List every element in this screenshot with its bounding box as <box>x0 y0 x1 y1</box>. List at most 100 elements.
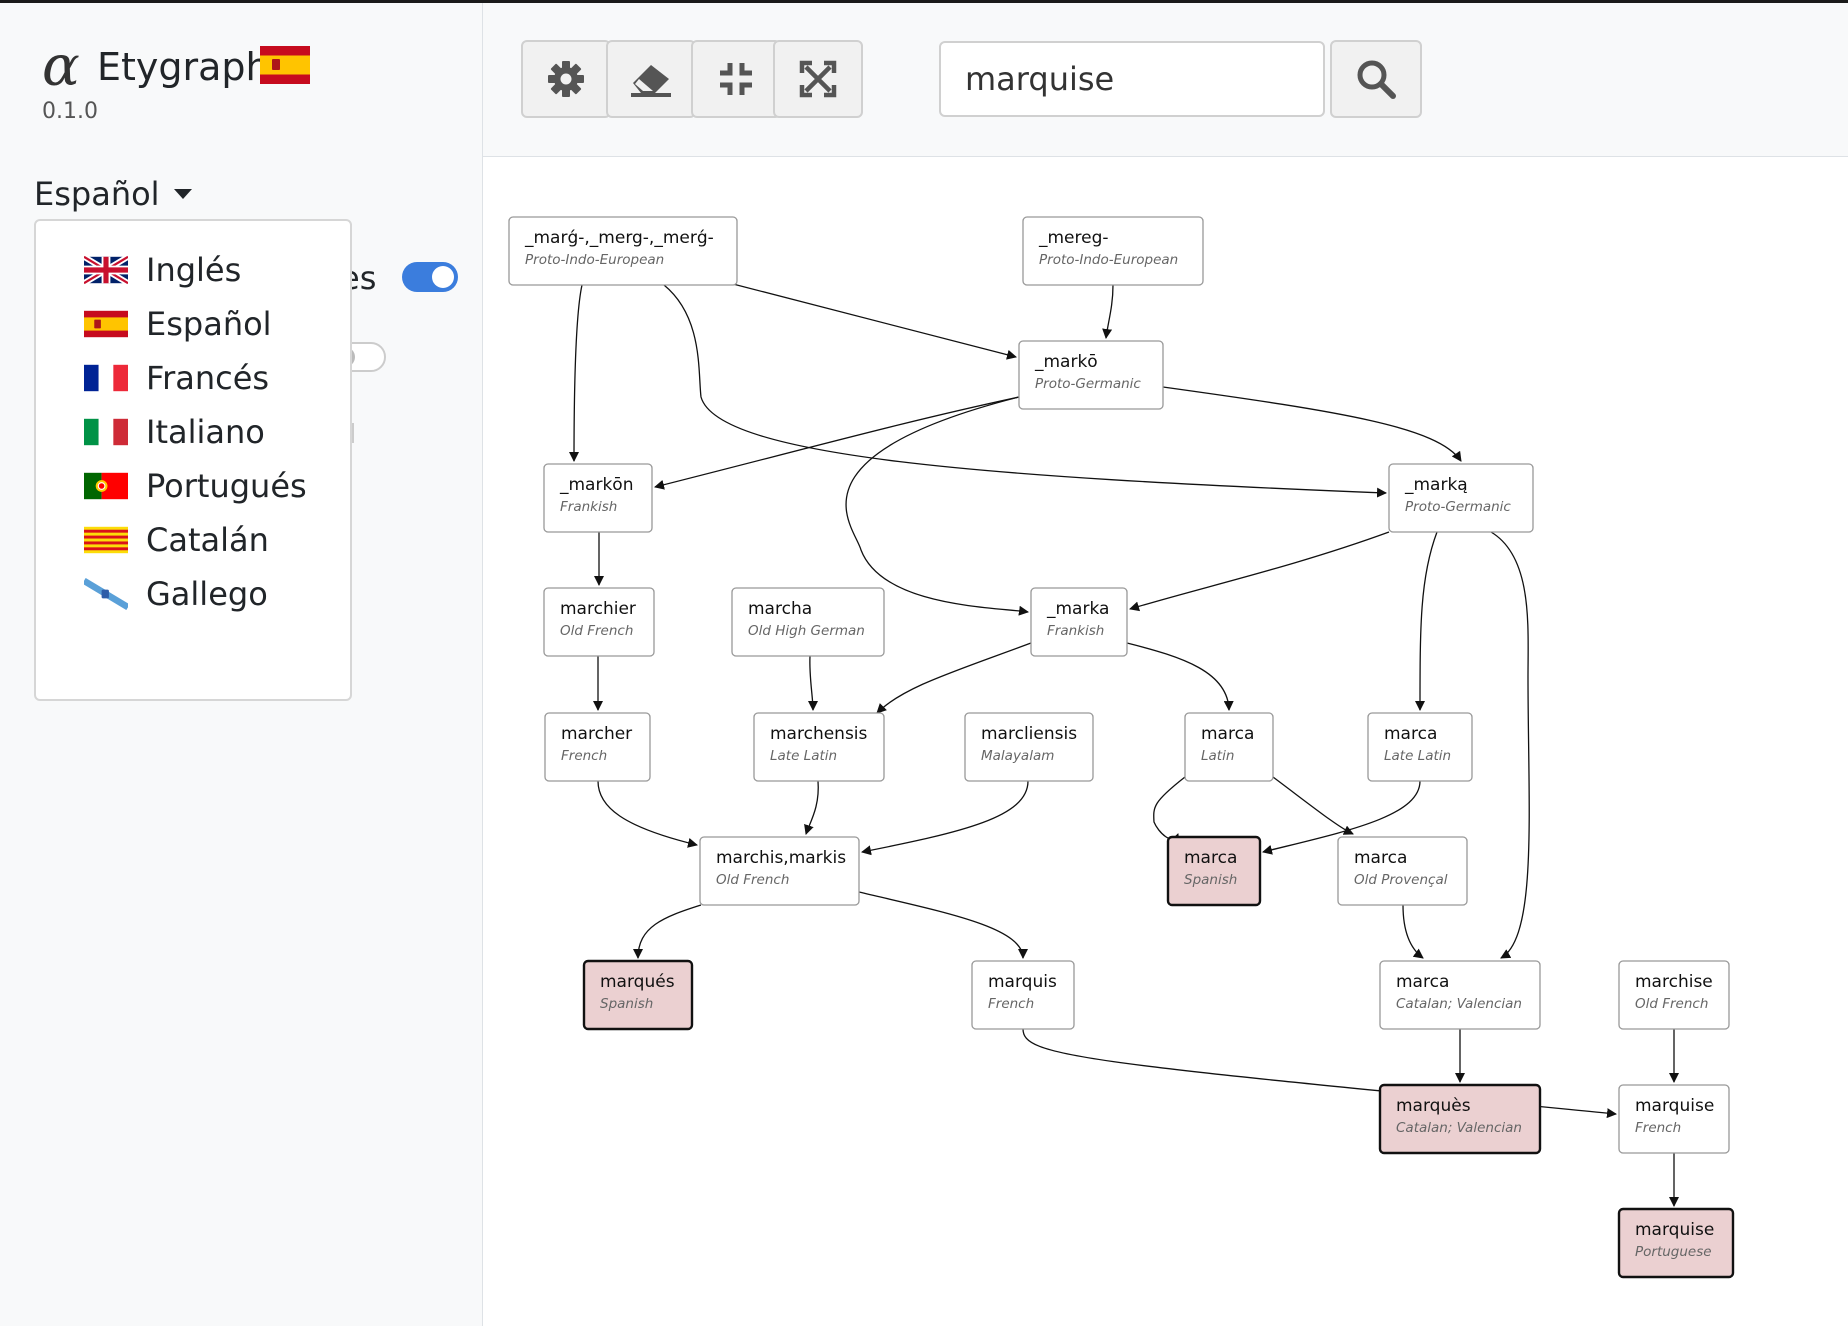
node-word: marcliensis <box>981 724 1077 744</box>
graph-node[interactable]: marca Old Provençal <box>1337 836 1468 906</box>
node-language: Proto-Germanic <box>1035 376 1141 392</box>
edge-n1-n4 <box>569 284 583 462</box>
node-language: Catalan; Valencian <box>1396 996 1522 1012</box>
node-word: marca <box>1201 724 1254 744</box>
node-language: Frankish <box>1047 623 1104 639</box>
edge-n12-n15 <box>1153 776 1186 845</box>
portugal-flag-icon <box>84 472 128 500</box>
node-word: marquise <box>1635 1220 1714 1240</box>
node-language: Proto-Indo-European <box>1039 252 1178 268</box>
current-language-label: Español <box>34 175 160 213</box>
graph-node[interactable]: marchensis Late Latin <box>753 712 885 782</box>
node-language: Catalan; Valencian <box>1396 1120 1522 1136</box>
graph-node[interactable]: marqués Spanish <box>582 959 694 1031</box>
menu-item-gallego[interactable]: Gallego <box>84 569 268 619</box>
node-word: marqués <box>600 972 675 992</box>
menu-item-frances[interactable]: Francés <box>84 353 269 403</box>
edge-n16-n19 <box>1402 904 1424 959</box>
graph-node[interactable]: marcliensis Malayalam <box>964 712 1094 782</box>
expand-icon <box>799 60 837 98</box>
graph-node[interactable]: _markō Proto-Germanic <box>1018 340 1164 410</box>
graph-node[interactable]: _markōn Frankish <box>543 463 653 533</box>
edge-n8-n10 <box>876 642 1032 714</box>
node-language: Proto-Germanic <box>1405 499 1511 515</box>
node-word: marcha <box>748 599 812 619</box>
node-word: marchier <box>560 599 636 619</box>
edge-n10-n14 <box>804 780 819 835</box>
node-language: Old French <box>560 623 633 639</box>
node-word: _markōn <box>559 475 634 495</box>
clear-button[interactable] <box>606 40 696 118</box>
toggle-knob <box>432 266 454 288</box>
graph-node[interactable]: marchier Old French <box>543 587 655 657</box>
search-button[interactable] <box>1330 40 1422 118</box>
edge-n11-n14 <box>861 780 1029 856</box>
node-word: marca <box>1396 972 1449 992</box>
menu-item-espanol[interactable]: Español <box>84 299 272 349</box>
edge-n3-n8 <box>845 396 1029 616</box>
graph-node[interactable]: marca Spanish <box>1166 835 1262 907</box>
gear-icon <box>548 61 584 97</box>
edge-layer <box>569 283 1679 1207</box>
galicia-flag-icon <box>84 578 128 610</box>
node-word: _marǵ-,_merg-,_merǵ- <box>524 228 714 248</box>
node-word: marcher <box>561 724 632 744</box>
node-word: _marką <box>1404 475 1468 495</box>
graph-node[interactable]: marca Late Latin <box>1367 712 1473 782</box>
node-word: marquès <box>1396 1096 1471 1116</box>
node-word: marchis,markis <box>716 848 846 868</box>
graph-node[interactable]: marcha Old High German <box>731 587 885 657</box>
node-language: Spanish <box>600 996 653 1012</box>
expand-button[interactable] <box>773 40 863 118</box>
graph-node[interactable]: marcher French <box>544 712 651 782</box>
node-language: Old Provençal <box>1354 872 1448 888</box>
edge-n5-n8 <box>1129 531 1390 612</box>
graph-node[interactable]: _marką Proto-Germanic <box>1388 463 1534 533</box>
node-language: Spanish <box>1184 872 1237 888</box>
graph-node[interactable]: marquise French <box>1618 1084 1730 1154</box>
graph-node[interactable]: _marǵ-,_merg-,_merǵ- Proto-Indo-European <box>508 216 738 286</box>
graph-node[interactable]: marchise Old French <box>1618 960 1730 1030</box>
menu-item-ingles[interactable]: Inglés <box>84 245 241 295</box>
menu-item-label: Portugués <box>146 467 307 505</box>
menu-item-portugues[interactable]: Portugués <box>84 461 307 511</box>
settings-button[interactable] <box>521 40 611 118</box>
edge-n3-n5 <box>1162 386 1462 462</box>
graph-node[interactable]: marquise Portuguese <box>1617 1207 1735 1279</box>
menu-item-label: Catalán <box>146 521 269 559</box>
node-language: French <box>988 996 1034 1012</box>
menu-item-label: Español <box>146 305 272 343</box>
language-dropdown-toggle[interactable]: Español <box>34 175 192 213</box>
node-language: Late Latin <box>770 748 837 764</box>
graph-node[interactable]: marca Latin <box>1184 712 1274 782</box>
eraser-icon <box>631 65 671 97</box>
menu-item-catalan[interactable]: Catalán <box>84 515 269 565</box>
node-language: Old French <box>1635 996 1708 1012</box>
collapse-button[interactable] <box>691 40 781 118</box>
france-flag-icon <box>84 364 128 392</box>
catalonia-flag-icon <box>84 526 128 554</box>
node-word: marquis <box>988 972 1057 992</box>
spain-flag-icon <box>260 46 310 84</box>
graph-node[interactable]: _mereg- Proto-Indo-European <box>1022 216 1204 286</box>
edge-n9-n14 <box>597 780 698 848</box>
node-language: Frankish <box>560 499 617 515</box>
node-word: _markō <box>1034 352 1098 372</box>
menu-item-italiano[interactable]: Italiano <box>84 407 265 457</box>
edge-n14-n17 <box>633 904 702 959</box>
option-toggle-on[interactable] <box>402 262 458 292</box>
graph-node[interactable]: marquès Catalan; Valencian <box>1378 1083 1542 1155</box>
search-input[interactable] <box>939 41 1325 117</box>
alpha-logo-icon: α <box>42 34 80 99</box>
graph-node[interactable]: marca Catalan; Valencian <box>1379 960 1541 1030</box>
node-language: Malayalam <box>981 748 1054 764</box>
node-language: Old French <box>716 872 789 888</box>
italy-flag-icon <box>84 418 128 446</box>
language-menu: Inglés Español Francés Italiano Portugué… <box>34 219 352 701</box>
edge-n5-n13 <box>1415 531 1438 711</box>
graph-node[interactable]: marchis,markis Old French <box>699 836 860 906</box>
graph-node[interactable]: marquis French <box>971 960 1075 1030</box>
spain-flag-icon <box>84 310 128 338</box>
graph-node[interactable]: _marka Frankish <box>1030 587 1128 657</box>
caret-down-icon <box>173 189 192 199</box>
